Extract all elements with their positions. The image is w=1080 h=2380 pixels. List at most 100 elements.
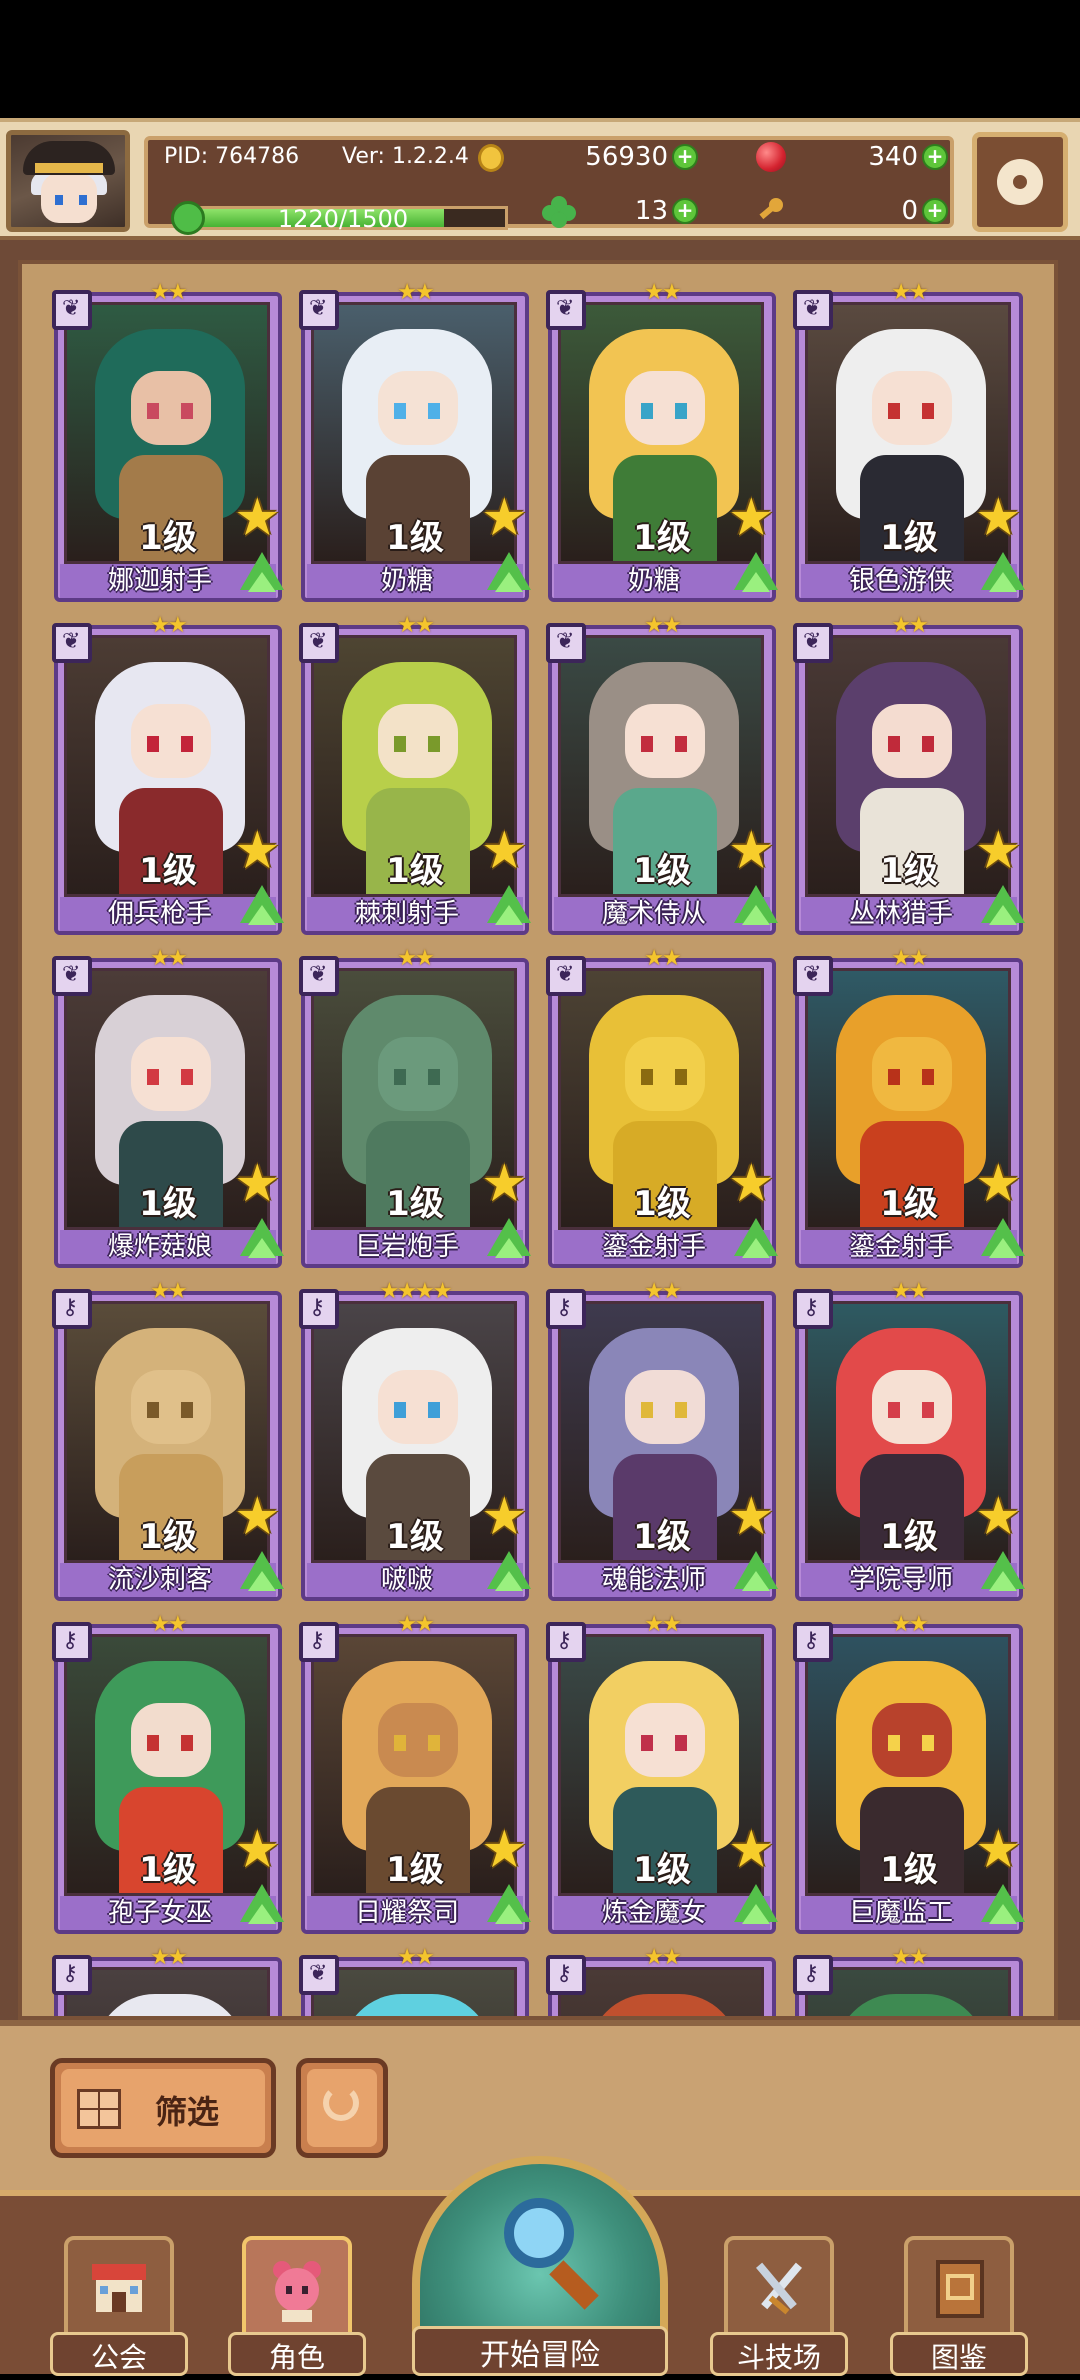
character-card[interactable]: ★★ ❦ 1级 丛林猎手 ★ — [793, 613, 1025, 935]
character-card[interactable]: ★★ ⚷ — [546, 1945, 776, 2016]
character-card[interactable]: ★★ ❦ 1级 奶糖 ★ — [546, 280, 778, 602]
gold-coin-icon — [478, 144, 504, 172]
character-card[interactable]: ★★ ❦ 1级 银色游侠 ★ — [793, 280, 1025, 602]
character-card[interactable]: ★★ ❦ 1级 奶糖 ★ — [299, 280, 531, 602]
star-upgrade-icon: ★ — [234, 1154, 281, 1214]
character-portrait — [805, 1967, 1011, 2016]
gem-count: 340 — [868, 142, 918, 172]
character-name: 丛林猎手 — [848, 899, 953, 929]
character-name: 娜迦射手 — [107, 566, 212, 596]
add-clovers-button[interactable]: + — [672, 198, 698, 224]
character-card[interactable]: ★★ ❦ 1级 娜迦射手 ★ — [52, 280, 284, 602]
settings-button[interactable] — [972, 132, 1068, 232]
character-card[interactable]: ★★ ⚷ 1级 魂能法师 ★ — [546, 1279, 778, 1601]
add-keys-button[interactable]: + — [922, 198, 948, 224]
class-type-icon: ⚷ — [52, 1622, 92, 1662]
nav-arena[interactable]: 斗技场 — [710, 2236, 848, 2376]
class-type-icon: ❦ — [546, 623, 586, 663]
character-name: 魔术侍从 — [601, 899, 706, 929]
character-icon — [273, 2261, 321, 2322]
magnifier-icon — [504, 2198, 574, 2268]
exp-bar: 1220/1500 — [171, 201, 508, 235]
star-upgrade-icon: ★ — [975, 821, 1022, 881]
player-id: PID: 764786 — [164, 144, 300, 169]
class-type-icon: ❦ — [52, 956, 92, 996]
character-name: 银色游侠 — [848, 566, 953, 596]
nav-codex[interactable]: 图鉴 — [890, 2236, 1028, 2376]
nav-character-label: 角色 — [268, 2341, 325, 2374]
character-name: 日耀祭司 — [354, 1898, 459, 1928]
character-name: 啵啵 — [380, 1565, 433, 1595]
character-card[interactable]: ★★ ⚷ 1级 流沙刺客 ★ — [52, 1279, 284, 1601]
class-type-icon: ⚷ — [299, 1622, 339, 1662]
grid-filter-icon — [77, 2089, 121, 2129]
character-name: 奶糖 — [627, 566, 680, 596]
character-card[interactable]: ★★ ⚷ 1级 炼金魔女 ★ — [546, 1612, 778, 1934]
character-name: 爆炸菇娘 — [107, 1232, 212, 1262]
class-type-icon: ⚷ — [793, 1622, 833, 1662]
character-name: 鎏金射手 — [601, 1232, 706, 1262]
character-list[interactable]: ★★ ❦ 1级 娜迦射手 ★ ★★ ❦ 1级 奶糖 ★ ★★ ❦ 1级 奶糖 ★ ★★ ❦ 1级 银色游侠 ★ ★★ ❦ 1… — [18, 260, 1058, 2020]
class-type-icon: ⚷ — [52, 1955, 92, 1995]
nav-guild[interactable]: 公会 — [50, 2236, 188, 2376]
class-type-icon: ⚷ — [793, 1289, 833, 1329]
start-adventure-label: 开始冒险 — [480, 2338, 600, 2373]
character-card[interactable]: ★★ ⚷ 1级 孢子女巫 ★ — [52, 1612, 284, 1934]
star-upgrade-icon: ★ — [728, 488, 775, 548]
nav-arena-label: 斗技场 — [736, 2341, 821, 2374]
character-card[interactable]: ★★ ❦ 1级 巨岩炮手 ★ — [299, 946, 531, 1268]
character-card[interactable]: ★★ ⚷ 1级 学院导师 ★ — [793, 1279, 1025, 1601]
class-type-icon: ❦ — [299, 290, 339, 330]
character-card[interactable]: ★★ ❦ — [299, 1945, 529, 2016]
character-card[interactable]: ★★ ❦ 1级 鎏金射手 ★ — [546, 946, 778, 1268]
bottom-navigation: 公会 角色 开始冒险 斗技场 图鉴 — [0, 2156, 1080, 2376]
class-type-icon: ❦ — [299, 1955, 339, 1995]
class-type-icon: ⚷ — [793, 1955, 833, 1995]
refresh-button[interactable] — [296, 2058, 388, 2158]
character-card[interactable]: ★★ ❦ 1级 鎏金射手 ★ — [793, 946, 1025, 1268]
character-card[interactable]: ★★ ⚷ 1级 巨魔监工 ★ — [793, 1612, 1025, 1934]
clover-count: 13 — [634, 196, 668, 226]
character-name: 流沙刺客 — [107, 1565, 212, 1595]
star-upgrade-icon: ★ — [481, 488, 528, 548]
player-avatar[interactable] — [6, 130, 130, 232]
star-upgrade-icon: ★ — [975, 1820, 1022, 1880]
character-name: 学院导师 — [848, 1565, 953, 1595]
character-card[interactable]: ★★ ❦ 1级 佣兵枪手 ★ — [52, 613, 284, 935]
add-coins-button[interactable]: + — [672, 144, 698, 170]
class-type-icon: ❦ — [793, 623, 833, 663]
filter-button[interactable]: 筛选 — [50, 2058, 276, 2158]
star-upgrade-icon: ★ — [975, 1487, 1022, 1547]
class-type-icon: ⚷ — [52, 1289, 92, 1329]
class-type-icon: ❦ — [546, 290, 586, 330]
character-card[interactable]: ★★ ❦ 1级 魔术侍从 ★ — [546, 613, 778, 935]
class-type-icon: ❦ — [52, 290, 92, 330]
class-type-icon: ❦ — [546, 956, 586, 996]
version-text: Ver: 1.2.2.4 — [342, 144, 469, 169]
class-type-icon: ❦ — [299, 956, 339, 996]
clover-icon — [542, 196, 576, 228]
star-upgrade-icon: ★ — [975, 488, 1022, 548]
character-card[interactable]: ★★ ❦ 1级 棘刺射手 ★ — [299, 613, 531, 935]
top-resource-bar: PID: 764786 Ver: 1.2.2.4 56930 + 340 + 1… — [0, 118, 1080, 240]
coin-count: 56930 — [585, 142, 668, 172]
red-gem-icon — [756, 142, 786, 172]
guild-house-icon — [92, 2264, 146, 2312]
nav-codex-label: 图鉴 — [930, 2341, 987, 2374]
character-card[interactable]: ★★ ⚷ — [793, 1945, 1023, 2016]
character-card[interactable]: ★★★★ ⚷ 1级 啵啵 ★ — [299, 1279, 531, 1601]
character-name: 巨岩炮手 — [354, 1232, 459, 1262]
character-card[interactable]: ★★ ⚷ 1级 日耀祭司 ★ — [299, 1612, 531, 1934]
nav-character[interactable]: 角色 — [228, 2236, 366, 2376]
character-card[interactable]: ★★ ⚷ — [52, 1945, 282, 2016]
character-list-frame: ★★ ❦ 1级 娜迦射手 ★ ★★ ❦ 1级 奶糖 ★ ★★ ❦ 1级 奶糖 ★ ★★ ❦ 1级 银色游侠 ★ ★★ ❦ 1… — [0, 240, 1080, 2020]
star-upgrade-icon: ★ — [728, 1487, 775, 1547]
exp-text: 1220/1500 — [277, 205, 409, 233]
star-upgrade-icon: ★ — [234, 1820, 281, 1880]
character-portrait — [311, 1967, 517, 2016]
character-name: 炼金魔女 — [601, 1898, 706, 1928]
character-name: 魂能法师 — [601, 1565, 706, 1595]
add-gems-button[interactable]: + — [922, 144, 948, 170]
character-card[interactable]: ★★ ❦ 1级 爆炸菇娘 ★ — [52, 946, 284, 1268]
start-adventure-button[interactable]: 开始冒险 — [412, 2156, 668, 2380]
